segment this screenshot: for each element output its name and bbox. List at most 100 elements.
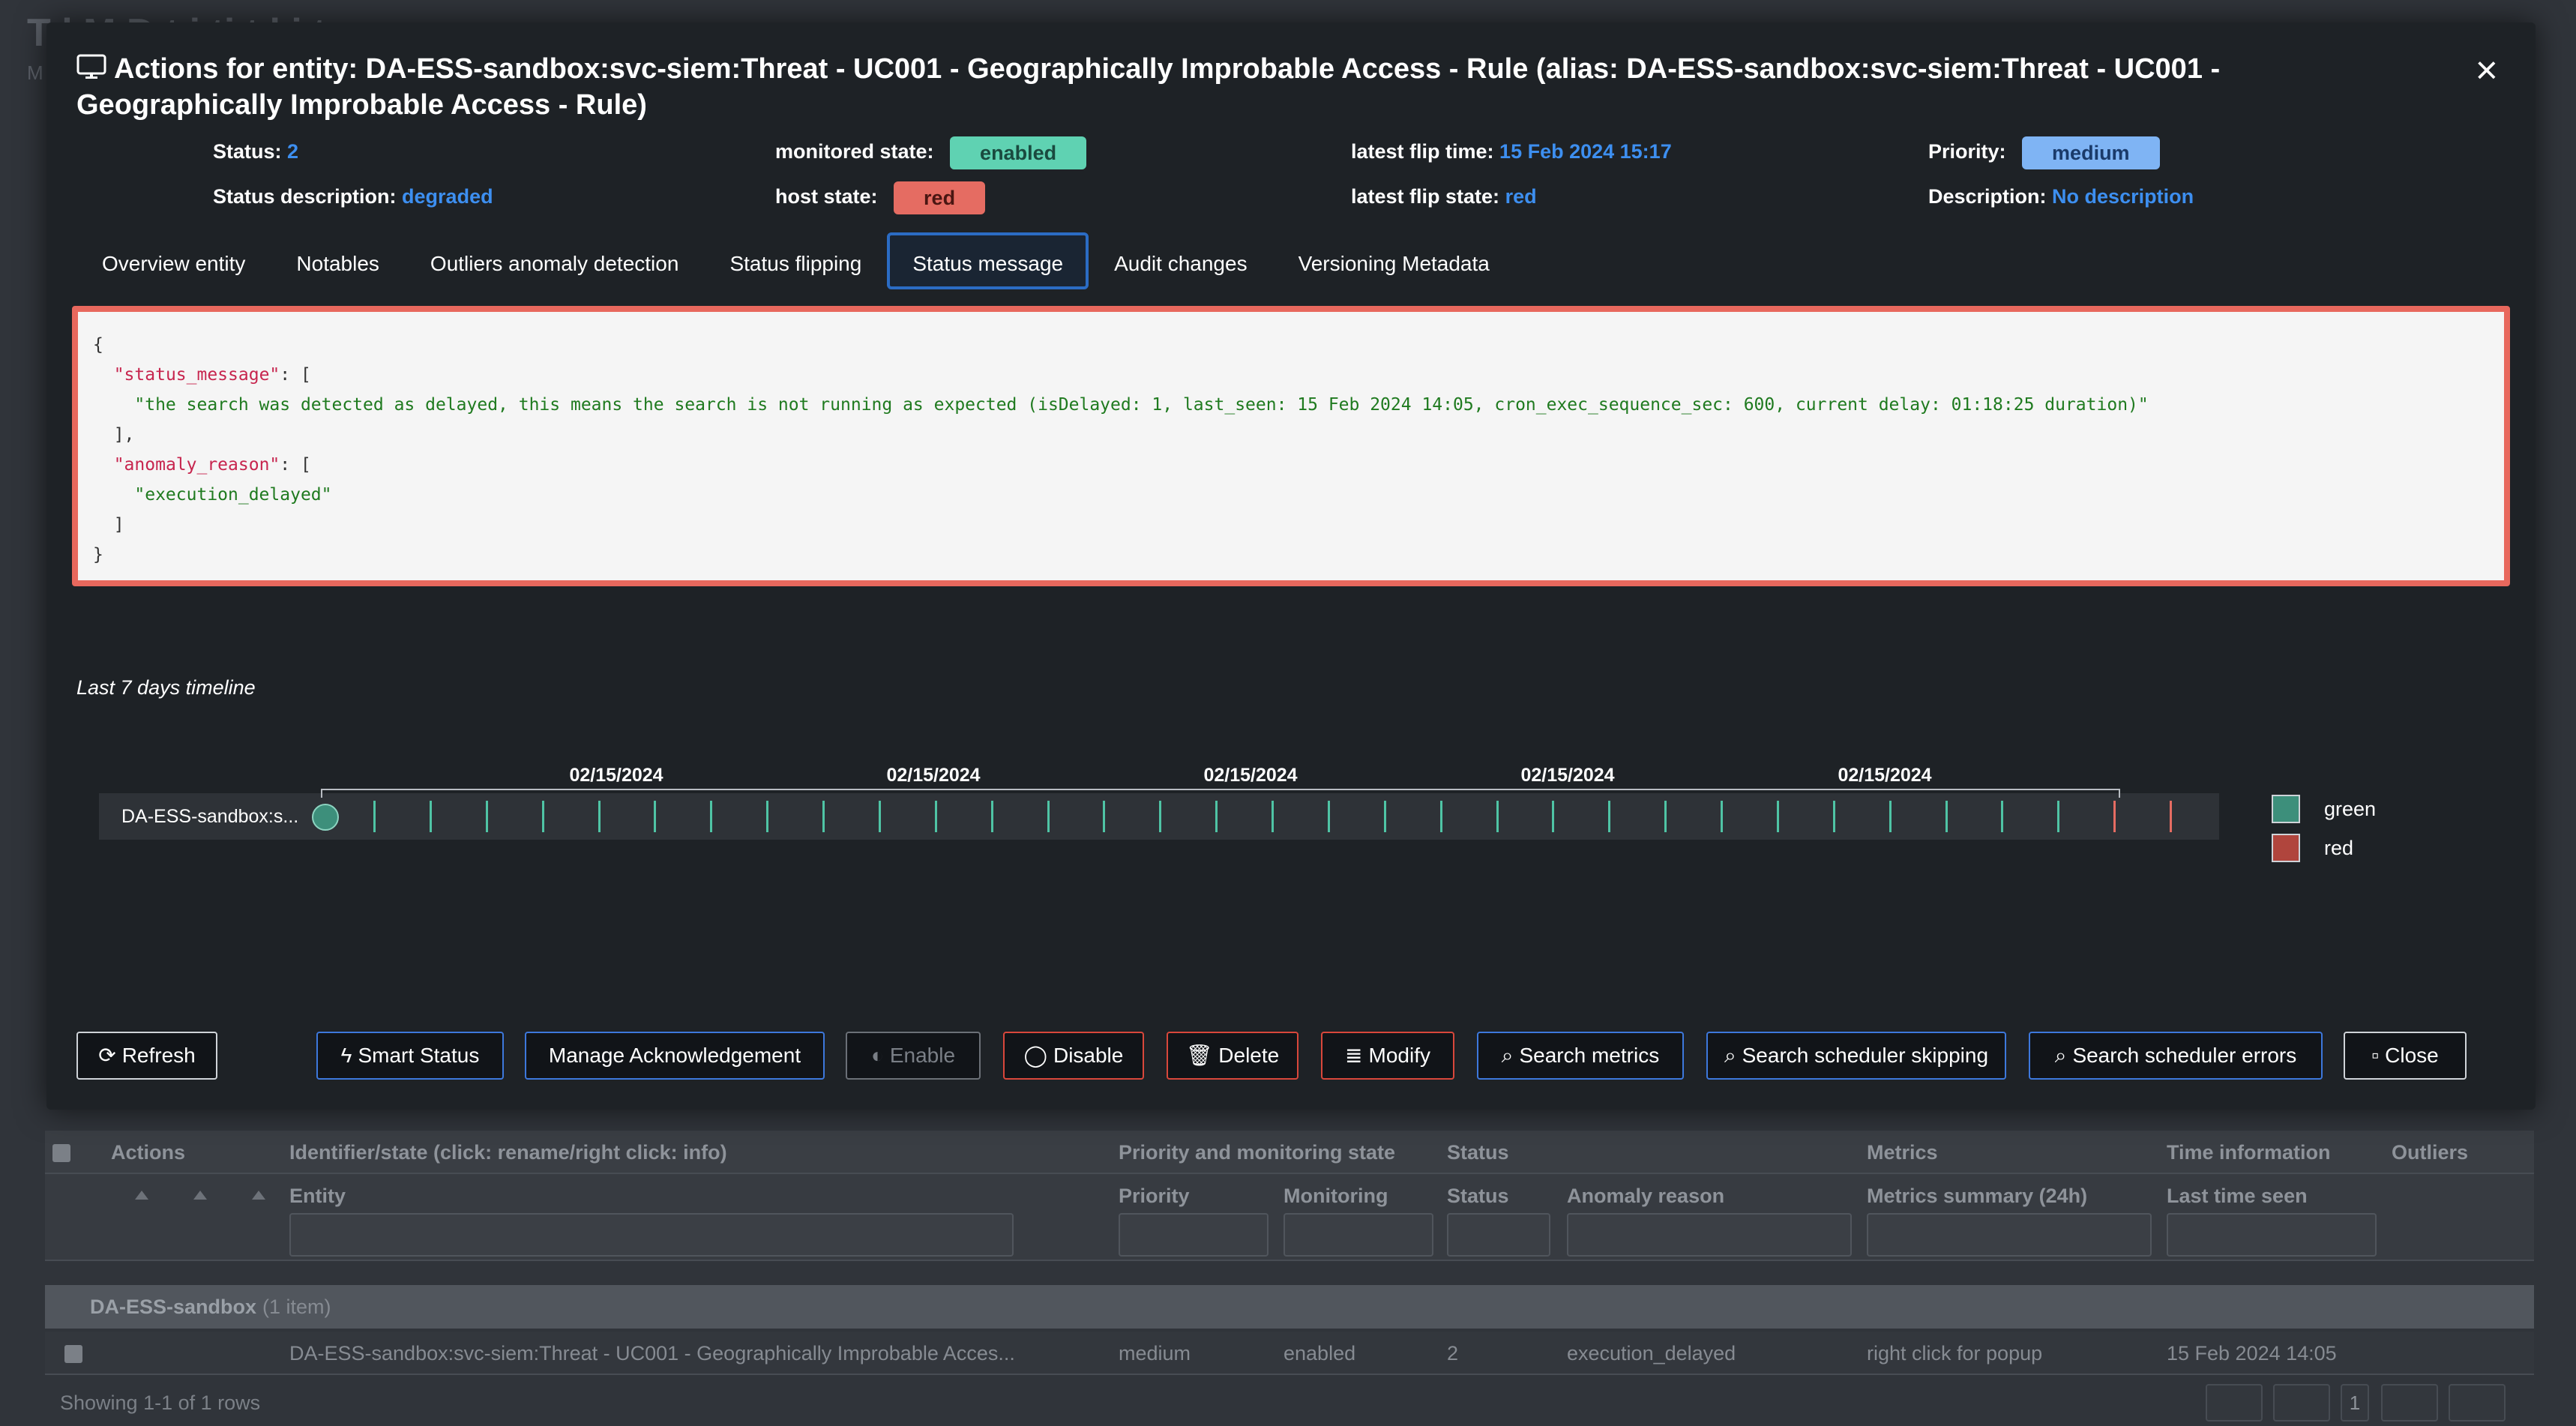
timeline-tick-green[interactable] bbox=[1552, 801, 1554, 832]
legend-label-green: green bbox=[2324, 798, 2377, 820]
timeline-tick-green[interactable] bbox=[1833, 801, 1835, 832]
delete-button[interactable]: 🗑 Delete bbox=[1167, 1032, 1298, 1080]
timeline-tick-green[interactable] bbox=[486, 801, 488, 832]
monitoring-filter-input[interactable] bbox=[1284, 1213, 1433, 1257]
timeline-label: Last 7 days timeline bbox=[76, 676, 256, 699]
close-button[interactable]: ▫ Close bbox=[2344, 1032, 2467, 1080]
smart-status-button[interactable]: ϟ Smart Status bbox=[316, 1032, 504, 1080]
timeline-tick-green[interactable] bbox=[1608, 801, 1610, 832]
table-row[interactable]: DA-ESS-sandbox:svc-siem:Threat - UC001 -… bbox=[45, 1332, 2534, 1375]
timeline-tick-green[interactable] bbox=[430, 801, 432, 832]
timeline-tick-green[interactable] bbox=[1777, 801, 1779, 832]
timeline-tick-red[interactable] bbox=[2170, 801, 2172, 832]
table-sort-filter-row: Entity Priority Monitoring Status Anomal… bbox=[45, 1174, 2534, 1261]
status-description-label: Status description: bbox=[213, 185, 397, 208]
description-value: No description bbox=[2052, 185, 2194, 208]
status-field: Status: 2 bbox=[213, 135, 298, 168]
modify-button[interactable]: ≣ Modify bbox=[1321, 1032, 1454, 1080]
sort-arrow-icon[interactable] bbox=[252, 1191, 265, 1200]
refresh-button[interactable]: ⟳ Refresh bbox=[76, 1032, 217, 1080]
tab-overview-entity[interactable]: Overview entity bbox=[76, 232, 271, 289]
anomaly-reason-filter-input[interactable] bbox=[1567, 1213, 1852, 1257]
timeline-tick-green[interactable] bbox=[1721, 801, 1723, 832]
timeline-tick-green[interactable] bbox=[1889, 801, 1892, 832]
modal-action-buttons: ⟳ Refresh ϟ Smart Status Manage Acknowledg… bbox=[76, 1032, 2521, 1080]
row-checkbox[interactable] bbox=[64, 1345, 82, 1363]
timeline-tick-green[interactable] bbox=[1664, 801, 1667, 832]
timeline-status-dot[interactable] bbox=[312, 804, 339, 831]
group-row[interactable]: DA-ESS-sandbox (1 item) bbox=[45, 1285, 2534, 1329]
modal-title-text: Actions for entity: DA-ESS-sandbox:svc-s… bbox=[76, 53, 2221, 121]
json-key-anomaly-reason: "anomaly_reason" bbox=[113, 455, 280, 475]
manage-acknowledgement-label: Manage Acknowledgement bbox=[548, 1044, 801, 1067]
pager-page-number[interactable]: 1 bbox=[2341, 1384, 2369, 1422]
select-all-checkbox[interactable] bbox=[52, 1144, 70, 1162]
tab-notables[interactable]: Notables bbox=[271, 232, 405, 289]
trash-icon: 🗑 bbox=[1185, 1044, 1213, 1067]
pager-last-button[interactable] bbox=[2449, 1384, 2506, 1422]
timeline-tick-green[interactable] bbox=[1047, 801, 1050, 832]
timeline-tick-green[interactable] bbox=[1215, 801, 1218, 832]
toggle-icon: ◐ bbox=[870, 1044, 884, 1067]
manage-acknowledgement-button[interactable]: Manage Acknowledgement bbox=[525, 1032, 825, 1080]
timeline-date-label: 02/15/2024 bbox=[1520, 765, 1615, 786]
search-scheduler-errors-button[interactable]: ⌕ Search scheduler errors bbox=[2029, 1032, 2323, 1080]
timeline-tick-green[interactable] bbox=[654, 801, 656, 832]
tab-versioning-metadata[interactable]: Versioning Metadata bbox=[1273, 232, 1515, 289]
disable-button[interactable]: ◯ Disable bbox=[1003, 1032, 1144, 1080]
tab-outliers-anomaly-detection[interactable]: Outliers anomaly detection bbox=[405, 232, 705, 289]
status-value: 2 bbox=[287, 140, 299, 163]
timeline-tick-green[interactable] bbox=[2057, 801, 2059, 832]
tab-status-message[interactable]: Status message bbox=[887, 232, 1089, 289]
timeline-tick-green[interactable] bbox=[542, 801, 544, 832]
tab-audit-changes[interactable]: Audit changes bbox=[1089, 232, 1272, 289]
sort-arrow-icon[interactable] bbox=[135, 1191, 148, 1200]
timeline-tick-green[interactable] bbox=[598, 801, 601, 832]
timeline-tick-green[interactable] bbox=[991, 801, 993, 832]
row-metrics-summary[interactable]: right click for popup bbox=[1867, 1342, 2042, 1365]
priority-filter-input[interactable] bbox=[1119, 1213, 1269, 1257]
pager-first-button[interactable] bbox=[2206, 1384, 2263, 1422]
timeline-tick-green[interactable] bbox=[1496, 801, 1499, 832]
timeline-axis bbox=[321, 789, 2120, 790]
row-status: 2 bbox=[1447, 1342, 1459, 1365]
timeline-tick-green[interactable] bbox=[1945, 801, 1948, 832]
lightning-icon: ϟ bbox=[340, 1044, 352, 1067]
pager-prev-button[interactable] bbox=[2273, 1384, 2330, 1422]
timeline-tick-green[interactable] bbox=[1328, 801, 1330, 832]
timeline-tick-green[interactable] bbox=[2001, 801, 2003, 832]
timeline-tick-red[interactable] bbox=[2113, 801, 2116, 832]
status-filter-input[interactable] bbox=[1447, 1213, 1550, 1257]
timeline-tick-green[interactable] bbox=[710, 801, 712, 832]
priority-label: Priority: bbox=[1928, 140, 2006, 163]
entity-filter-input[interactable] bbox=[289, 1213, 1014, 1257]
group-count: (1 item) bbox=[262, 1296, 331, 1318]
search-scheduler-skipping-button[interactable]: ⌕ Search scheduler skipping bbox=[1706, 1032, 2006, 1080]
timeline-tick-green[interactable] bbox=[1440, 801, 1442, 832]
pager-next-button[interactable] bbox=[2381, 1384, 2438, 1422]
search-metrics-button[interactable]: ⌕ Search metrics bbox=[1477, 1032, 1684, 1080]
metrics-filter-input[interactable] bbox=[1867, 1213, 2152, 1257]
enable-button[interactable]: ◐ Enable bbox=[846, 1032, 981, 1080]
last-seen-filter-input[interactable] bbox=[2167, 1213, 2377, 1257]
row-priority: medium bbox=[1119, 1342, 1191, 1365]
json-value-status-message: "the search was detected as delayed, thi… bbox=[134, 395, 2149, 415]
enable-button-label: Enable bbox=[889, 1044, 956, 1067]
timeline-tick-green[interactable] bbox=[373, 801, 376, 832]
timeline-tick-green[interactable] bbox=[822, 801, 825, 832]
close-icon[interactable]: × bbox=[2476, 51, 2498, 90]
timeline-tick-green[interactable] bbox=[1272, 801, 1274, 832]
priority-field: Priority: medium bbox=[1928, 135, 2160, 169]
row-entity[interactable]: DA-ESS-sandbox:svc-siem:Threat - UC001 -… bbox=[289, 1342, 1069, 1365]
timeline-tick-green[interactable] bbox=[1159, 801, 1161, 832]
timeline-tick-green[interactable] bbox=[1384, 801, 1386, 832]
status-timeline: 02/15/2024 02/15/2024 02/15/2024 02/15/2… bbox=[99, 750, 2219, 847]
timeline-tick-green[interactable] bbox=[935, 801, 937, 832]
timeline-tick-green[interactable] bbox=[766, 801, 768, 832]
search-metrics-label: Search metrics bbox=[1519, 1044, 1660, 1067]
timeline-tick-green[interactable] bbox=[879, 801, 881, 832]
sort-arrow-icon[interactable] bbox=[193, 1191, 207, 1200]
subheader-last-time-seen: Last time seen bbox=[2167, 1185, 2308, 1207]
timeline-tick-green[interactable] bbox=[1103, 801, 1105, 832]
tab-status-flipping[interactable]: Status flipping bbox=[704, 232, 887, 289]
